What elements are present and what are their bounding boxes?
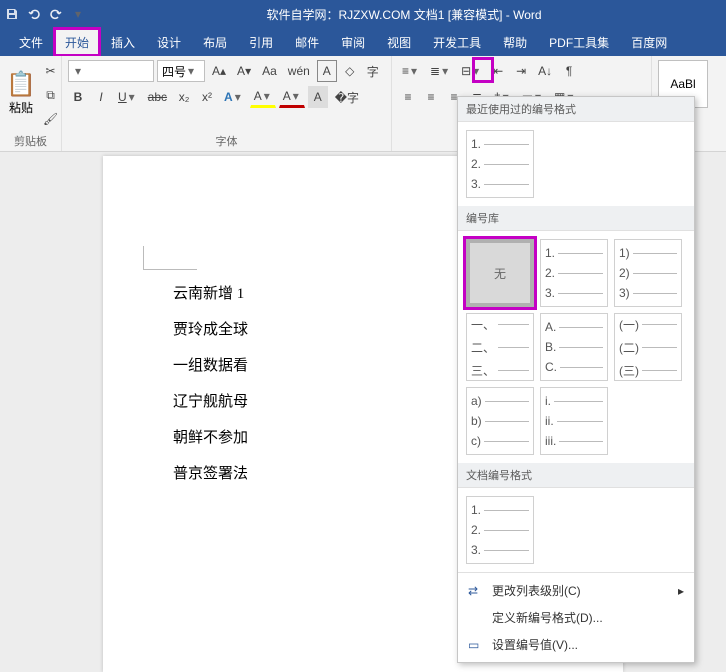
num-format-numdot[interactable]: 1. 2. 3. (540, 239, 608, 307)
indent-dec-icon: ⇤ (493, 64, 503, 78)
bold-button[interactable]: B (68, 86, 88, 108)
align-center-icon: ≡ (427, 90, 434, 104)
section-recent-title: 最近使用过的编号格式 (458, 97, 694, 122)
scissors-icon: ✂ (45, 64, 55, 78)
num-format-recent[interactable]: 1. 2. 3. (466, 130, 534, 198)
tab-file[interactable]: 文件 (8, 28, 54, 56)
multilevel-button[interactable]: ⊟▾ (457, 60, 485, 82)
qat-more-icon[interactable]: ▾ (70, 6, 86, 22)
sort-button[interactable]: A↓ (534, 60, 556, 82)
font-color-button[interactable]: A▾ (279, 86, 305, 108)
text-cursor-indicator (143, 246, 197, 270)
superscript-button[interactable]: x² (197, 86, 217, 108)
title-bar: ▾ 软件自学网：RJZXW.COM 文档1 [兼容模式] - Word (0, 0, 726, 28)
tab-home[interactable]: 开始 (54, 28, 100, 56)
increase-indent-button[interactable]: ⇥ (511, 60, 531, 82)
group-clipboard: 📋 粘贴 ✂ ⧉ 🖌 剪贴板 (0, 56, 62, 151)
section-lib-title: 编号库 (458, 206, 694, 231)
copy-icon: ⧉ (46, 88, 55, 103)
tab-pdf[interactable]: PDF工具集 (538, 28, 620, 56)
text-effects-button[interactable]: A▾ (220, 86, 247, 108)
group-label: 剪贴板 (6, 131, 55, 149)
char-shading-button[interactable]: A (308, 86, 328, 108)
align-center-button[interactable]: ≡ (421, 86, 441, 108)
clipboard-icon: 📋 (6, 70, 36, 99)
bullets-button[interactable]: ≡▾ (398, 60, 423, 82)
tab-references[interactable]: 引用 (238, 28, 284, 56)
chevron-down-icon: ▾ (73, 64, 83, 78)
tab-layout[interactable]: 布局 (192, 28, 238, 56)
window-title: 软件自学网：RJZXW.COM 文档1 [兼容模式] - Word (86, 6, 722, 23)
num-format-cnparen[interactable]: (一) (二) (三) (614, 313, 682, 381)
phonetic-guide-button[interactable]: wén (284, 60, 314, 82)
format-painter-button[interactable]: 🖌 (39, 108, 62, 130)
subscript-button[interactable]: x₂ (174, 86, 194, 108)
group-font: ▾ 四号▾ A▴ A▾ Aa wén A ◇ 字 B I U▾ abc x₂ x… (62, 56, 392, 151)
copy-button[interactable]: ⧉ (39, 84, 62, 106)
list-multi-icon: ⊟ (461, 64, 471, 78)
num-format-lowparen[interactable]: a) b) c) (466, 387, 534, 455)
level-icon: ⇄ (468, 584, 484, 598)
enclosed-char-button[interactable]: �字 (331, 86, 363, 108)
numbering-button[interactable]: ≣▾ (426, 60, 454, 82)
brush-icon: 🖌 (43, 112, 58, 126)
tab-review[interactable]: 审阅 (330, 28, 376, 56)
shrink-font-button[interactable]: A▾ (233, 60, 255, 82)
redo-icon[interactable] (48, 6, 64, 22)
font-name-select[interactable]: ▾ (68, 60, 154, 82)
tab-developer[interactable]: 开发工具 (422, 28, 492, 56)
list-ul-icon: ≡ (402, 64, 409, 78)
paste-label: 粘贴 (9, 99, 33, 116)
grow-font-button[interactable]: A▴ (208, 60, 230, 82)
highlight-button[interactable]: A▾ (250, 86, 276, 108)
tab-view[interactable]: 视图 (376, 28, 422, 56)
num-format-doc[interactable]: 1. 2. 3. (466, 496, 534, 564)
undo-icon[interactable] (26, 6, 42, 22)
strike-button[interactable]: abc (144, 86, 171, 108)
num-format-cnpause[interactable]: 一、 二、 三、 (466, 313, 534, 381)
enclose-char-button[interactable]: 字 (363, 60, 383, 82)
char-border-button[interactable]: A (317, 60, 337, 82)
quick-access-toolbar: ▾ (4, 6, 86, 22)
italic-button[interactable]: I (91, 86, 111, 108)
panel-footer: ⇄更改列表级别(C)▸ 定义新编号格式(D)... ▭设置编号值(V)... (458, 572, 694, 662)
underline-button[interactable]: U▾ (114, 86, 141, 108)
define-new-format[interactable]: 定义新编号格式(D)... (458, 604, 694, 631)
tab-baidu[interactable]: 百度网 (620, 28, 678, 56)
show-marks-button[interactable]: ¶ (559, 60, 579, 82)
group-label: 字体 (68, 131, 385, 149)
pilcrow-icon: ¶ (566, 64, 572, 78)
chevron-right-icon: ▸ (678, 584, 684, 598)
tab-design[interactable]: 设计 (146, 28, 192, 56)
cut-button[interactable]: ✂ (39, 60, 62, 82)
eraser-icon: ◇ (345, 64, 354, 78)
clear-format-button[interactable]: ◇ (340, 60, 360, 82)
tab-mailings[interactable]: 邮件 (284, 28, 330, 56)
decrease-indent-button[interactable]: ⇤ (488, 60, 508, 82)
paste-button[interactable]: 📋 粘贴 (6, 68, 36, 123)
num-format-numparen[interactable]: 1) 2) 3) (614, 239, 682, 307)
number-icon: ▭ (468, 638, 484, 652)
num-format-roman[interactable]: i. ii. iii. (540, 387, 608, 455)
num-format-abc[interactable]: A. B. C. (540, 313, 608, 381)
tab-insert[interactable]: 插入 (100, 28, 146, 56)
tab-help[interactable]: 帮助 (492, 28, 538, 56)
change-case-button[interactable]: Aa (258, 60, 281, 82)
indent-inc-icon: ⇥ (516, 64, 526, 78)
menu-bar: 文件 开始 插入 设计 布局 引用 邮件 审阅 视图 开发工具 帮助 PDF工具… (0, 28, 726, 56)
save-icon[interactable] (4, 6, 20, 22)
align-left-button[interactable]: ≡ (398, 86, 418, 108)
section-doc-title: 文档编号格式 (458, 463, 694, 488)
sort-icon: A↓ (538, 64, 552, 78)
change-list-level[interactable]: ⇄更改列表级别(C)▸ (458, 577, 694, 604)
set-number-value[interactable]: ▭设置编号值(V)... (458, 631, 694, 658)
font-size-select[interactable]: 四号▾ (157, 60, 205, 82)
list-ol-icon: ≣ (430, 64, 440, 78)
align-left-icon: ≡ (404, 90, 411, 104)
num-format-none[interactable]: 无 (466, 239, 534, 307)
numbering-panel: 最近使用过的编号格式 1. 2. 3. 编号库 无 1. 2. 3. 1) 2)… (457, 96, 695, 663)
chevron-down-icon: ▾ (186, 64, 196, 78)
